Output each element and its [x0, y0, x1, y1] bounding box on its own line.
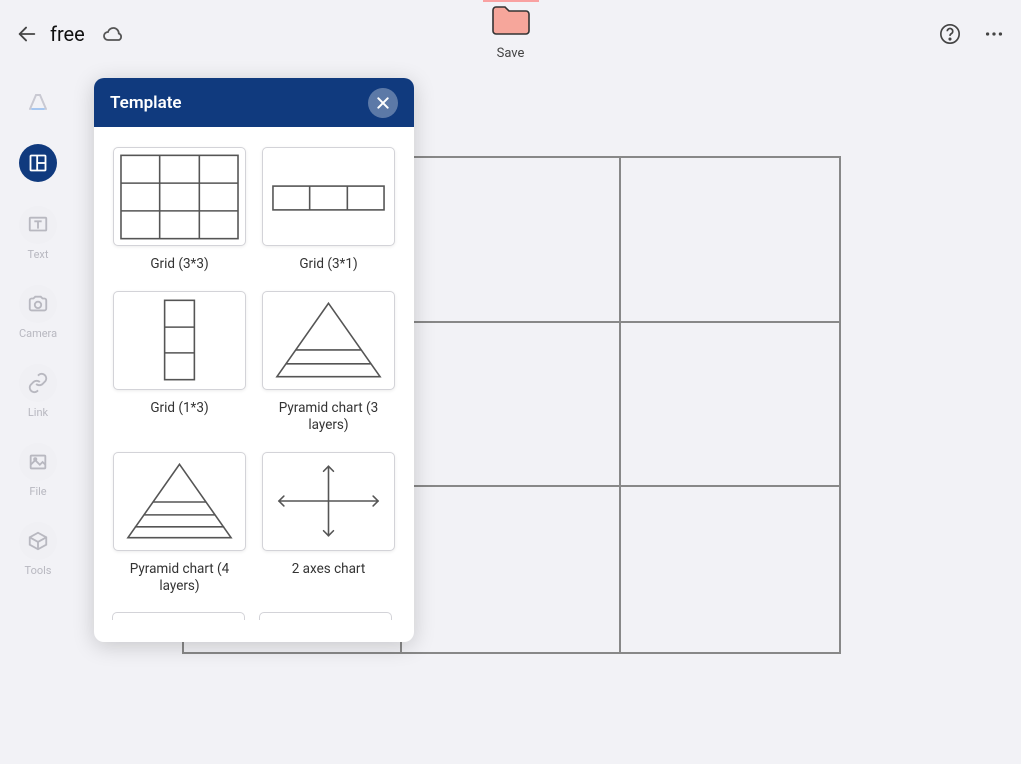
- text-icon: [27, 214, 49, 236]
- template-item-pyramid-3[interactable]: Pyramid chart (3 layers): [261, 291, 396, 434]
- topbar: free Save: [0, 0, 1021, 68]
- sidebar-item-tools[interactable]: Tools: [19, 522, 57, 577]
- tools-icon: [27, 530, 49, 552]
- grid-cell[interactable]: [402, 323, 620, 488]
- sidebar-item-label: File: [29, 485, 46, 498]
- sidebar-item-label: Link: [28, 406, 48, 419]
- template-thumb: [262, 452, 395, 551]
- save-button[interactable]: [488, 2, 534, 38]
- template-peek-item: [112, 612, 245, 620]
- template-panel: Template Grid (3*3): [94, 78, 414, 642]
- template-item-2-axes[interactable]: 2 axes chart: [261, 452, 396, 595]
- link-icon: [27, 372, 49, 394]
- template-thumb: [113, 452, 246, 551]
- template-panel-body[interactable]: Grid (3*3) Grid (3*1) Grid (1*3): [94, 127, 414, 642]
- grid-cell[interactable]: [621, 323, 839, 488]
- more-horizontal-icon: [983, 23, 1005, 45]
- sidebar-item-template[interactable]: [19, 144, 57, 182]
- document-title[interactable]: free: [50, 22, 85, 46]
- pen-icon: [26, 89, 50, 113]
- sidebar: Text Camera Link File Tools: [0, 76, 76, 577]
- camera-icon: [27, 293, 49, 315]
- template-item-pyramid-4[interactable]: Pyramid chart (4 layers): [112, 452, 247, 595]
- template-item-label: Grid (1*3): [150, 400, 208, 417]
- topbar-right: [935, 19, 1009, 49]
- sidebar-item-label: Camera: [19, 327, 57, 340]
- close-button[interactable]: [368, 88, 398, 118]
- sidebar-item-pen[interactable]: [19, 82, 57, 120]
- grid-cell[interactable]: [621, 487, 839, 652]
- template-item-label: Pyramid chart (4 layers): [117, 561, 242, 595]
- grid-cell[interactable]: [402, 158, 620, 323]
- template-item-grid-3x1[interactable]: Grid (3*1): [261, 147, 396, 273]
- template-panel-title: Template: [110, 93, 182, 113]
- template-icon: [28, 153, 48, 173]
- folder-icon: [491, 4, 531, 36]
- back-button[interactable]: [12, 19, 42, 49]
- grid-cell[interactable]: [402, 487, 620, 652]
- template-peek-item: [259, 612, 392, 620]
- sidebar-item-link[interactable]: Link: [19, 364, 57, 419]
- close-icon: [375, 95, 391, 111]
- template-item-grid-1x3[interactable]: Grid (1*3): [112, 291, 247, 434]
- arrow-left-icon: [16, 23, 38, 45]
- folder-accent: [483, 0, 539, 2]
- template-item-label: Grid (3*1): [299, 256, 357, 273]
- sidebar-item-camera[interactable]: Camera: [19, 285, 57, 340]
- template-panel-header: Template: [94, 78, 414, 127]
- template-thumb: [262, 291, 395, 390]
- cloud-icon: [101, 22, 125, 46]
- save-group: Save: [488, 2, 534, 61]
- cloud-status[interactable]: [99, 20, 127, 48]
- template-item-grid-3x3[interactable]: Grid (3*3): [112, 147, 247, 273]
- file-icon: [27, 451, 49, 473]
- template-item-label: 2 axes chart: [292, 561, 366, 578]
- sidebar-item-label: Tools: [25, 564, 52, 577]
- template-item-label: Pyramid chart (3 layers): [266, 400, 391, 434]
- template-thumb: [113, 147, 246, 246]
- sidebar-item-label: Text: [28, 248, 49, 261]
- template-thumb: [113, 291, 246, 390]
- grid-cell[interactable]: [621, 158, 839, 323]
- template-item-label: Grid (3*3): [150, 256, 208, 273]
- template-thumb: [262, 147, 395, 246]
- sidebar-item-text[interactable]: Text: [19, 206, 57, 261]
- help-icon: [939, 23, 961, 45]
- template-overflow-peek: [112, 612, 396, 620]
- help-button[interactable]: [935, 19, 965, 49]
- more-button[interactable]: [979, 19, 1009, 49]
- save-label: Save: [497, 46, 525, 61]
- sidebar-item-file[interactable]: File: [19, 443, 57, 498]
